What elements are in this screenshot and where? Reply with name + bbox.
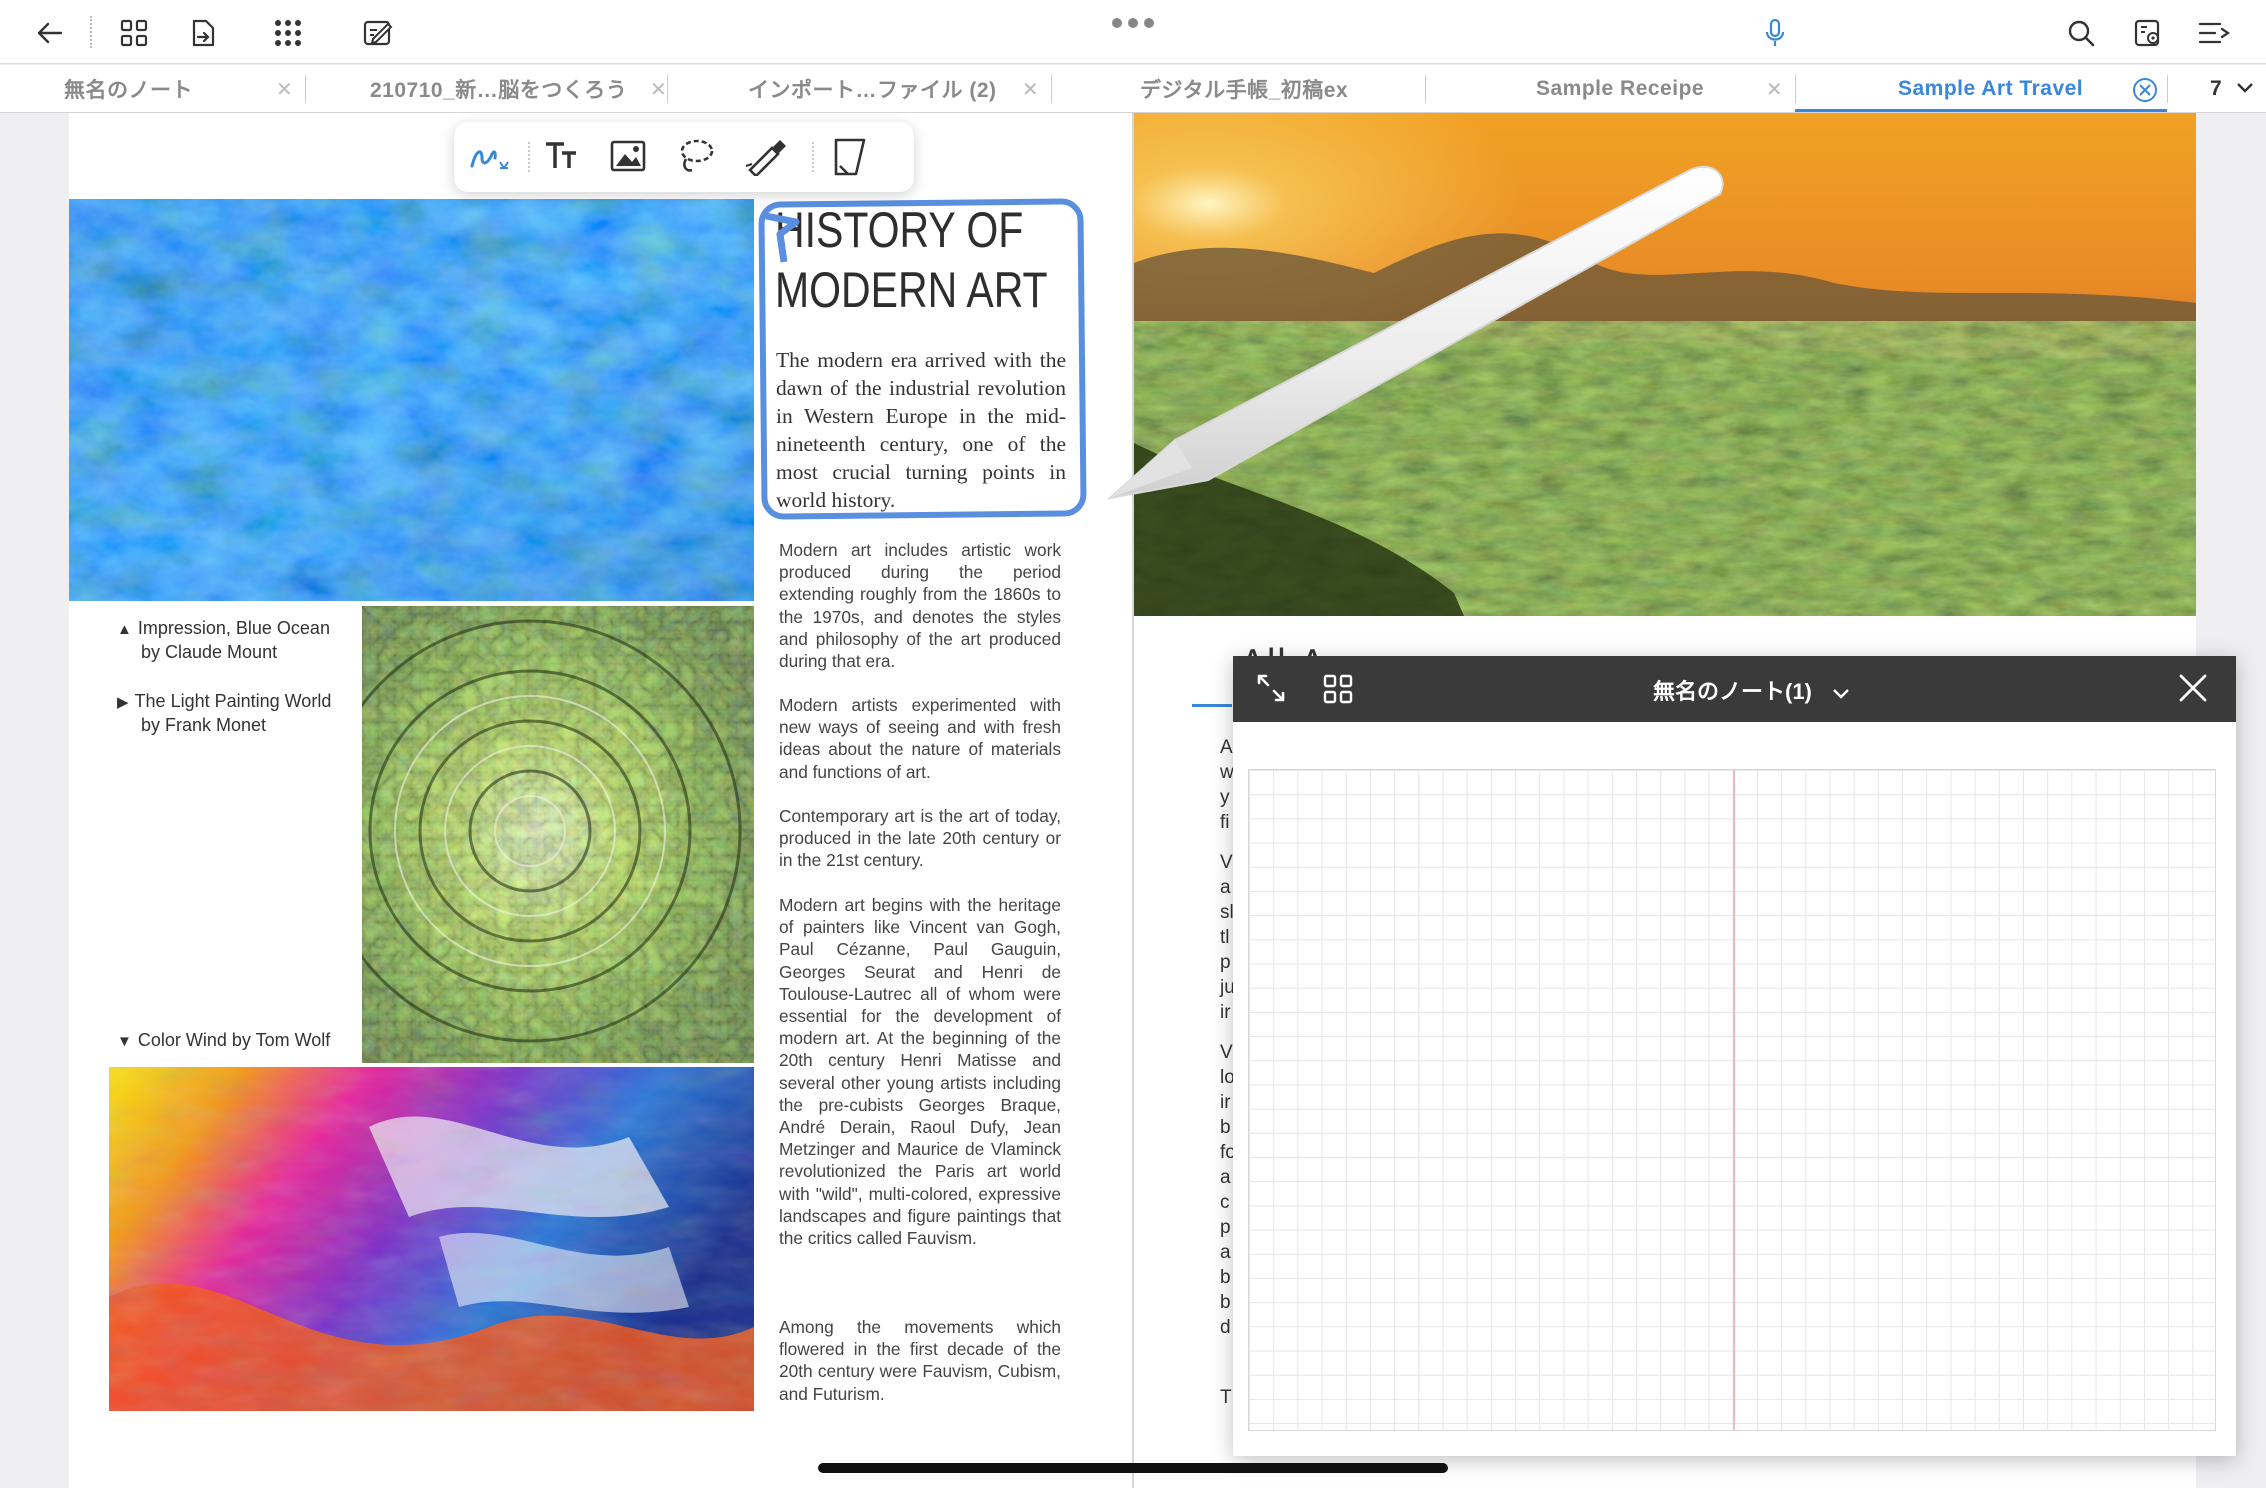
- laser-pointer-icon[interactable]: [744, 136, 786, 178]
- file-export-icon[interactable]: [183, 14, 223, 52]
- microphone-icon[interactable]: [1755, 14, 1795, 52]
- tab-2[interactable]: 210710_新…脳をつくろう ✕: [306, 65, 668, 113]
- right-page-text-fragment: a: [1220, 1167, 1231, 1188]
- right-page-text-fragment: T: [1220, 1387, 1232, 1408]
- close-icon[interactable]: ✕: [276, 80, 293, 100]
- tab-count[interactable]: 7: [2168, 65, 2266, 113]
- chevron-down-icon[interactable]: [2236, 81, 2254, 100]
- panel-header: 無名のノート(1): [1233, 656, 2236, 722]
- apps-dots-icon[interactable]: [268, 14, 308, 52]
- close-icon[interactable]: ✕: [1766, 80, 1783, 100]
- lasso-tool-icon[interactable]: [676, 136, 718, 178]
- right-page-text-fragment: c: [1220, 1192, 1230, 1213]
- triangle-up-icon: ▲: [117, 621, 132, 638]
- tab-label: インポート…ファイル (2): [748, 79, 997, 102]
- body-paragraph-5: Among the movements which flowered in th…: [779, 1317, 1061, 1404]
- light-painting-image: [362, 606, 754, 1063]
- home-indicator: [818, 1463, 1448, 1473]
- right-page-text-fragment: w: [1220, 762, 1234, 783]
- right-page-text-fragment: A: [1220, 737, 1233, 758]
- tab-label: デジタル手帳_初稿ex: [1140, 79, 1349, 102]
- arrow-left-icon[interactable]: [30, 14, 70, 52]
- right-page-text-fragment: a: [1220, 877, 1231, 898]
- toolbar-divider: [90, 16, 92, 48]
- tab-3[interactable]: インポート…ファイル (2) ✕: [668, 65, 1052, 113]
- panel-title[interactable]: 無名のノート(1): [1653, 674, 1850, 706]
- handwritten-highlight-box: [758, 198, 1087, 520]
- more-dots-icon[interactable]: [1110, 16, 1156, 30]
- right-page-text-fragment: p: [1220, 1217, 1231, 1238]
- panel-title-label: 無名のノート(1): [1653, 679, 1812, 704]
- caption-line: Color Wind by Tom Wolf: [137, 1030, 331, 1050]
- grid-view-icon[interactable]: [1323, 674, 1353, 709]
- right-page-text-fragment: b: [1220, 1292, 1231, 1313]
- blue-ocean-painting: [69, 199, 754, 601]
- right-page-text-fragment: y: [1220, 787, 1230, 808]
- right-page-text-fragment: a: [1220, 1242, 1231, 1263]
- right-page-text-fragment: ir: [1220, 1002, 1231, 1023]
- right-page-text-fragment: d: [1220, 1317, 1231, 1338]
- caption-line: Impression, Blue Ocean: [137, 618, 330, 638]
- center-guide-line: [1733, 770, 1735, 1430]
- close-icon[interactable]: ✕: [650, 80, 667, 100]
- grid-note-canvas[interactable]: [1248, 769, 2216, 1431]
- right-page-text-fragment: V: [1220, 852, 1233, 873]
- grid-view-icon[interactable]: [114, 14, 154, 52]
- search-icon[interactable]: [2061, 14, 2101, 52]
- pen-toolbar: [454, 122, 914, 192]
- caption-line: by Claude Mount: [141, 642, 278, 662]
- body-paragraph-4: Modern art begins with the heritage of p…: [779, 895, 1061, 1249]
- triangle-down-icon: ▼: [117, 1033, 132, 1050]
- caption-line: by Frank Monet: [141, 715, 267, 735]
- caption-blue-ocean: ▲ Impression, Blue Ocean by Claude Mount: [117, 617, 330, 663]
- body-paragraph-1: Modern art includes artistic work produc…: [779, 540, 1061, 672]
- pen-stroke-mark: [765, 212, 800, 263]
- right-page-text-fragment: fi: [1220, 812, 1230, 833]
- tool-divider: [812, 142, 814, 172]
- image-tool-icon[interactable]: [608, 136, 650, 178]
- top-toolbar: [0, 0, 2266, 64]
- tab-4[interactable]: デジタル手帳_初稿ex: [1052, 65, 1426, 113]
- text-tool-icon[interactable]: [542, 136, 584, 178]
- right-page-text-fragment: b: [1220, 1117, 1231, 1138]
- right-page-accent-rule: [1192, 704, 1232, 707]
- right-page-text-fragment: ir: [1220, 1092, 1231, 1113]
- right-page-text-fragment: sl: [1220, 902, 1234, 923]
- right-page-text-fragment: b: [1220, 1267, 1231, 1288]
- pen-tool-icon[interactable]: [468, 136, 510, 178]
- body-paragraph-3: Contemporary art is the art of today, pr…: [779, 806, 1061, 871]
- close-icon[interactable]: [2178, 673, 2208, 708]
- tab-label: Sample Art Travel: [1898, 77, 2084, 100]
- tab-label: Sample Receipe: [1536, 77, 1705, 100]
- right-page-text-fragment: p: [1220, 952, 1231, 973]
- chevron-down-icon[interactable]: [1832, 680, 1850, 706]
- triangle-right-icon: ▶: [117, 694, 129, 711]
- tool-divider: [528, 142, 530, 172]
- caption-line: The Light Painting World: [134, 691, 332, 711]
- right-page-text-fragment: V: [1220, 1042, 1233, 1063]
- color-wind-painting: [109, 1067, 754, 1411]
- tab-count-label: 7: [2210, 77, 2223, 100]
- caption-light-painting: ▶ The Light Painting World by Frank Monet: [117, 690, 331, 736]
- edit-note-icon[interactable]: [358, 14, 398, 52]
- tab-6-active[interactable]: Sample Art Travel: [1796, 65, 2168, 113]
- tab-label: 210710_新…脳をつくろう: [370, 79, 628, 102]
- stylus-pencil-image: [1106, 165, 1724, 500]
- expand-icon[interactable]: [1255, 672, 1287, 709]
- caption-color-wind: ▼ Color Wind by Tom Wolf: [117, 1029, 330, 1053]
- tab-label: 無名のノート: [64, 79, 193, 102]
- close-icon[interactable]: ✕: [1022, 80, 1039, 100]
- eraser-tool-icon[interactable]: [830, 136, 872, 178]
- close-circle-icon[interactable]: [2132, 77, 2158, 108]
- right-page-text-fragment: tl: [1220, 927, 1230, 948]
- page-settings-icon[interactable]: [2128, 14, 2168, 52]
- active-tab-underline: [1795, 109, 2167, 112]
- tab-bar: 無名のノート ✕ 210710_新…脳をつくろう ✕ インポート…ファイル (2…: [0, 65, 2266, 113]
- floating-note-panel[interactable]: 無名のノート(1): [1233, 656, 2236, 1456]
- tab-5[interactable]: Sample Receipe ✕: [1426, 65, 1796, 113]
- list-menu-icon[interactable]: [2194, 14, 2234, 52]
- body-paragraph-2: Modern artists experimented with new way…: [779, 695, 1061, 782]
- tab-1[interactable]: 無名のノート ✕: [0, 65, 306, 113]
